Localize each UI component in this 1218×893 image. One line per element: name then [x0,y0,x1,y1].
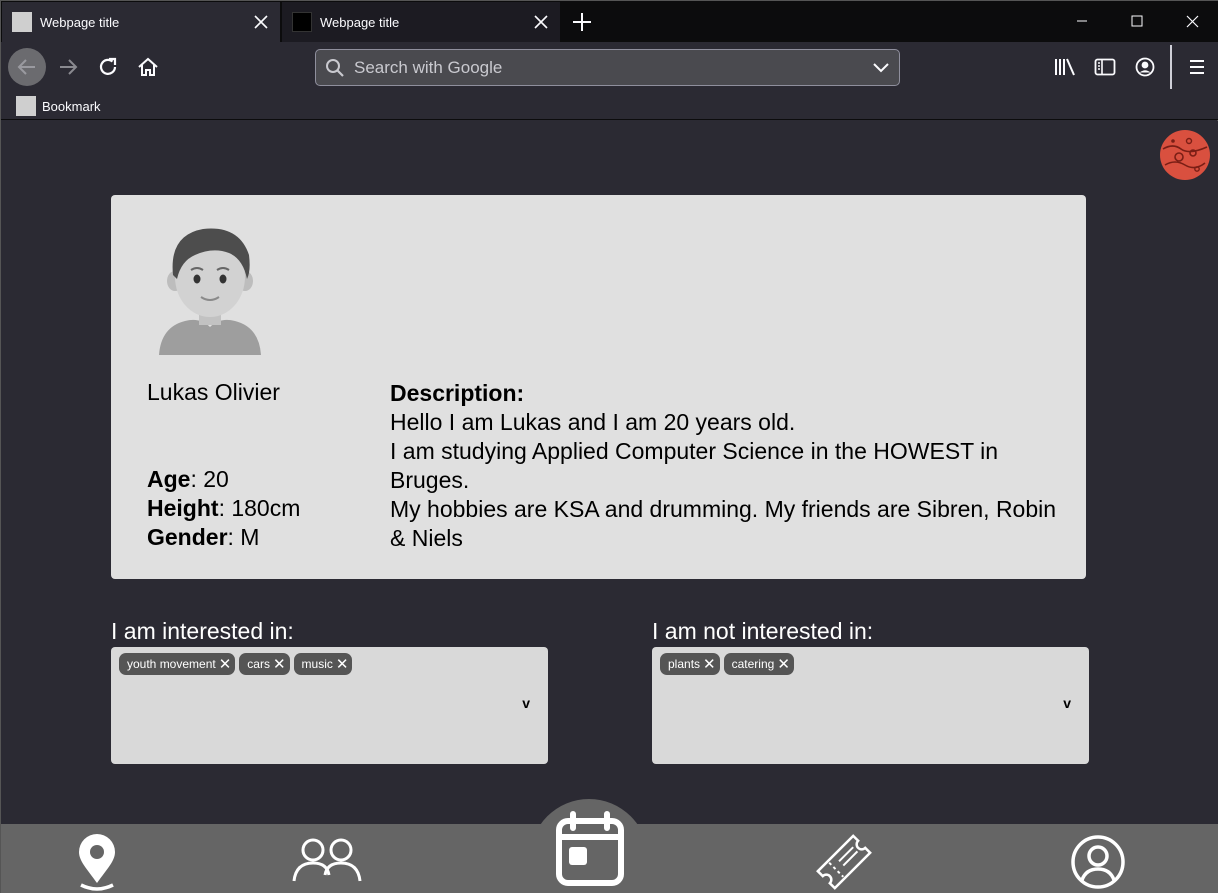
not-interested-label: I am not interested in: [652,618,874,644]
home-icon[interactable] [129,48,167,86]
interest-tag: cars ✕ [239,653,290,675]
description-line: My hobbies are KSA and drumming. My frie… [390,496,1057,551]
remove-tag-icon[interactable]: ✕ [777,657,790,672]
bookmark-item[interactable]: Bookmark [16,95,101,117]
interested-label: I am interested in: [111,618,294,644]
navigation-toolbar [1,42,1218,92]
search-icon [324,57,346,79]
not-interested-tags: plants ✕ catering ✕ [660,653,794,675]
age-row: Age: 20 [147,465,300,494]
interest-tag: catering ✕ [723,653,794,675]
ticket-icon[interactable] [811,831,877,893]
remove-tag-icon[interactable]: ✕ [703,657,716,672]
library-icon[interactable] [1047,50,1083,84]
tab-strip: Webpage title Webpage title [1,1,1218,42]
interest-tag: plants ✕ [660,653,720,675]
remove-tag-icon[interactable]: ✕ [336,657,349,672]
interest-tag: music ✕ [293,653,353,675]
hamburger-menu-icon[interactable] [1179,50,1215,84]
planet-logo-icon[interactable] [1159,129,1211,181]
close-tab-icon[interactable] [246,7,276,37]
interest-tag: youth movement ✕ [119,653,236,675]
tag-label: cars [247,657,270,671]
remove-tag-icon[interactable]: ✕ [219,657,232,672]
minimize-icon[interactable] [1054,1,1110,41]
reload-icon[interactable] [89,48,127,86]
tab-title: Webpage title [40,14,120,30]
back-arrow-icon[interactable] [8,48,46,86]
tab-favicon [292,12,312,32]
height-row: Height: 180cm [147,494,300,523]
gender-row: Gender: M [147,523,300,552]
interested-tags: youth movement ✕ cars ✕ music ✕ [119,653,353,675]
bookmark-favicon [16,96,36,116]
dropdown-arrow-icon[interactable]: v [1063,695,1071,711]
gender-label: Gender [147,524,228,550]
calendar-icon[interactable] [553,811,627,889]
bookmark-label: Bookmark [42,98,101,114]
maximize-icon[interactable] [1109,1,1165,41]
profile-card: Lukas Olivier Age: 20 Height: 180cm Gend… [111,195,1086,579]
avatar [155,215,265,355]
account-icon[interactable] [1127,50,1163,84]
profile-stats: Age: 20 Height: 180cm Gender: M [147,465,300,552]
height-label: Height [147,495,219,521]
tab-2[interactable]: Webpage title [282,2,560,42]
sidebar-icon[interactable] [1087,50,1123,84]
map-pin-icon[interactable] [71,833,123,893]
window-close-icon[interactable] [1164,1,1218,41]
profile-name: Lukas Olivier [147,379,280,405]
toolbar-separator [1170,45,1172,89]
age-value: : 20 [190,466,229,492]
remove-tag-icon[interactable]: ✕ [273,657,286,672]
bookmarks-bar: Bookmark [1,92,1218,120]
profile-description: Description: Hello I am Lukas and I am 2… [390,379,1060,553]
height-value: : 180cm [218,495,301,521]
tab-title: Webpage title [320,14,400,30]
profile-icon[interactable] [1069,833,1127,891]
chevron-down-icon[interactable] [863,53,899,83]
age-label: Age [147,466,191,492]
tab-favicon [12,12,32,32]
description-line: Hello I am Lukas and I am 20 years old. [390,409,796,435]
tag-label: catering [731,657,775,671]
not-interested-select[interactable]: plants ✕ catering ✕ v [652,647,1089,764]
tag-label: youth movement [127,657,216,671]
forward-arrow-icon[interactable] [49,48,87,86]
new-tab-icon[interactable] [567,7,597,37]
interested-select[interactable]: youth movement ✕ cars ✕ music ✕ v [111,647,548,764]
close-tab-icon[interactable] [526,7,556,37]
tab-1[interactable]: Webpage title [2,2,280,42]
dropdown-arrow-icon[interactable]: v [522,695,530,711]
description-line: I am studying Applied Computer Science i… [390,438,999,493]
tag-label: plants [668,657,701,671]
browser-window: Webpage title Webpage title Search with … [0,0,1218,893]
friends-icon[interactable] [291,833,363,889]
address-bar[interactable] [315,49,900,86]
tag-label: music [301,657,333,671]
search-input[interactable] [354,57,863,78]
page-content: Lukas Olivier Age: 20 Height: 180cm Gend… [1,121,1218,893]
gender-value: : M [227,524,260,550]
description-title: Description: [390,380,525,406]
